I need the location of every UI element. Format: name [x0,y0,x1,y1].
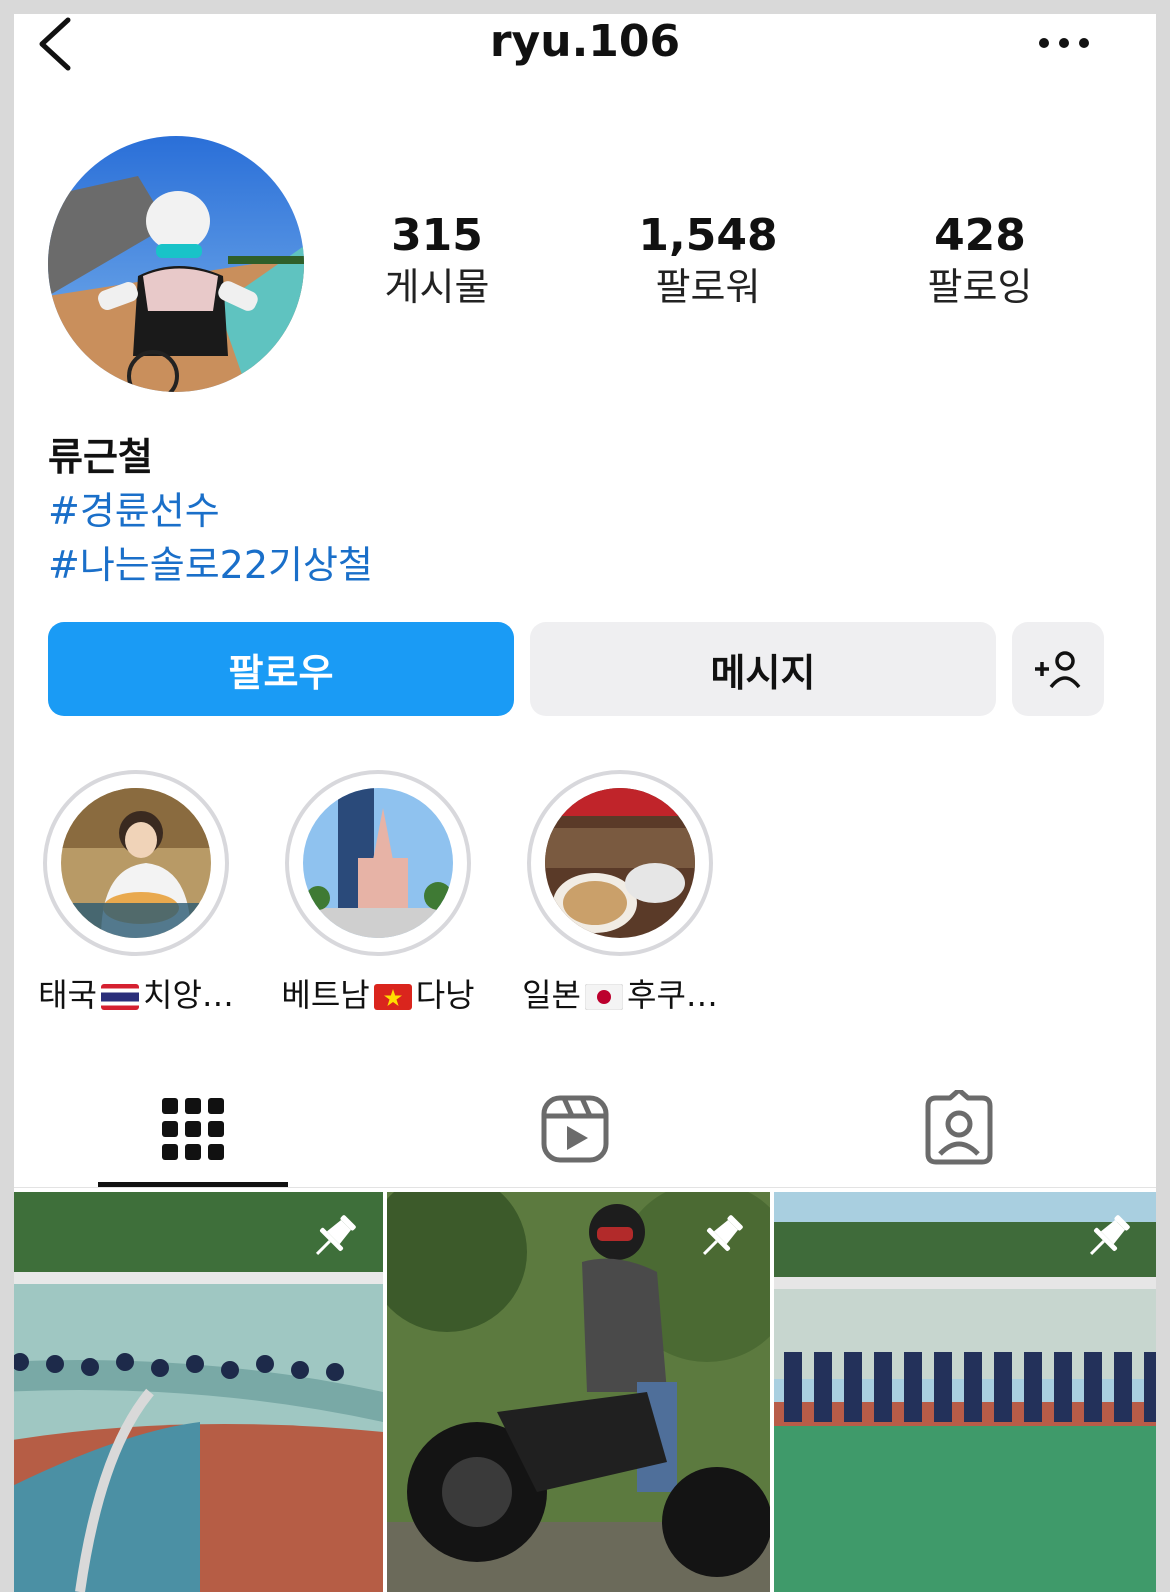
following-stat[interactable]: 428 팔로잉 [880,209,1080,311]
highlight-label-end: 후쿠… [627,976,718,1014]
suggest-people-button[interactable] [1012,622,1104,716]
highlight-label-start: 베트남 [281,976,370,1014]
profile-name: 류근철 [48,435,153,479]
pin-icon [307,1210,361,1264]
reels-icon [541,1095,609,1163]
highlight-label-end: 치앙… [143,976,234,1014]
profile-screen: ryu.106 315 게시물 1,548 팔로워 428 팔로잉 류근철 #경… [14,14,1156,1592]
tabs-divider [14,1187,1156,1188]
posts-grid [14,1192,1156,1592]
highlight-ring [527,770,713,956]
highlight-thumbnail [303,788,453,938]
post-thumbnail[interactable] [774,1192,1156,1592]
tab-tagged[interactable] [914,1087,1004,1170]
vietnam-flag-icon [373,980,412,1010]
profile-avatar[interactable] [48,136,304,392]
post-thumbnail[interactable] [387,1192,770,1592]
posts-label: 게시물 [384,265,490,309]
story-highlight[interactable]: 베트남 다낭 [278,770,478,1016]
pin-icon [694,1210,748,1264]
message-button[interactable]: 메시지 [530,622,996,716]
highlight-thumbnail [61,788,211,938]
followers-count: 1,548 [638,210,778,261]
highlight-thumbnail [545,788,695,938]
add-person-icon [1035,651,1081,689]
followers-label: 팔로워 [655,265,761,309]
bio-hashtag[interactable]: #나는솔로22기상철 [48,534,373,589]
follow-button[interactable]: 팔로우 [48,622,514,716]
pin-icon [1081,1210,1135,1264]
highlight-ring [285,770,471,956]
profile-username: ryu.106 [489,16,681,67]
ellipsis-icon[interactable] [1034,28,1094,58]
highlight-label[interactable]: 일본 후쿠… [520,970,720,1016]
tab-reels[interactable] [530,1090,620,1170]
followers-stat[interactable]: 1,548 팔로워 [608,209,808,311]
tab-posts-grid[interactable] [148,1090,238,1170]
japan-flag-icon [584,980,624,1011]
highlight-label-start: 태국 [38,976,97,1014]
highlight-label[interactable]: 베트남 다낭 [278,970,478,1016]
grid-icon [162,1098,224,1160]
highlight-ring [43,770,229,956]
post-thumbnail[interactable] [14,1192,383,1592]
following-label: 팔로잉 [927,265,1033,309]
bio-hashtag[interactable]: #경륜선수 [48,480,220,535]
story-highlight[interactable]: 태국 치앙… [36,770,236,1016]
highlight-label-start: 일본 [522,976,581,1014]
tagged-icon [925,1087,993,1165]
posts-stat[interactable]: 315 게시물 [337,209,537,311]
posts-count: 315 [391,210,483,261]
highlight-label-end: 다낭 [415,976,475,1014]
thailand-flag-icon [101,980,139,1010]
story-highlight[interactable]: 일본 후쿠… [520,770,720,1016]
highlight-label[interactable]: 태국 치앙… [36,970,236,1016]
following-count: 428 [934,210,1026,261]
